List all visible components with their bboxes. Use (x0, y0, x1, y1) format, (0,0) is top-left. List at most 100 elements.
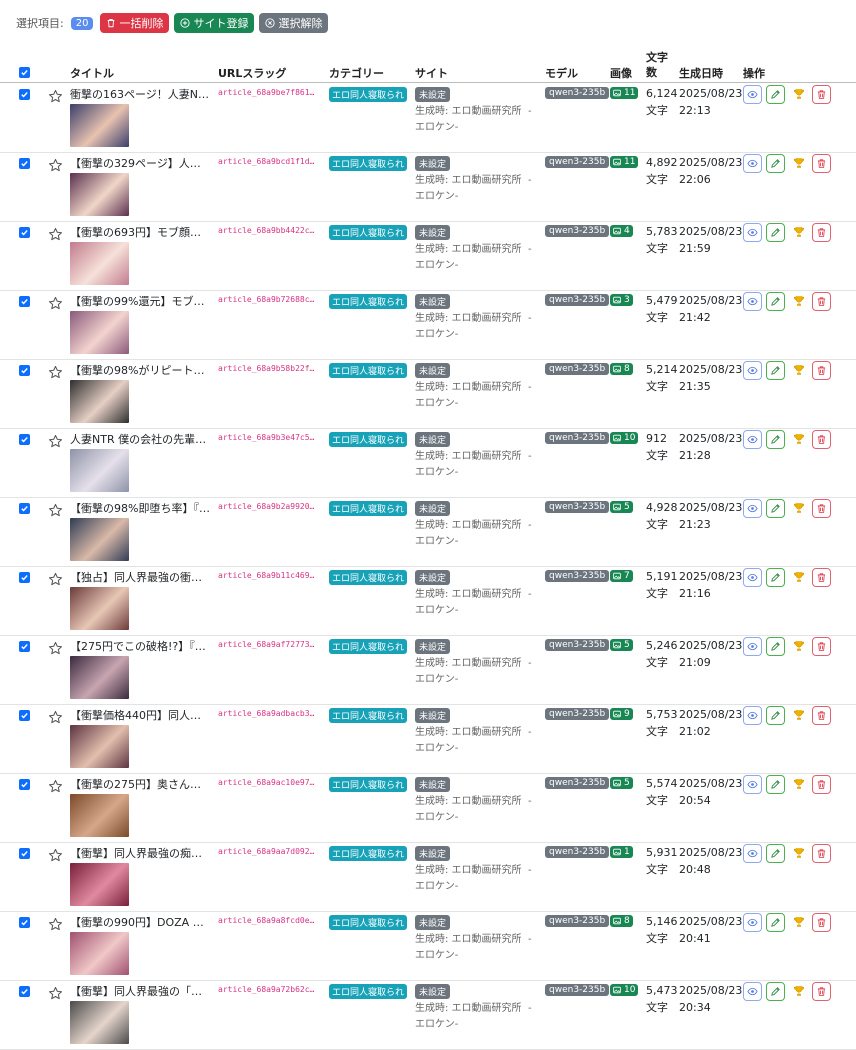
article-title[interactable]: 人妻NTR 僕の会社の先輩に… (70, 431, 210, 447)
star-icon[interactable] (48, 848, 63, 863)
article-title[interactable]: 【衝撃の275円】奥さんのお… (70, 776, 210, 792)
edit-button[interactable] (766, 154, 785, 173)
row-checkbox[interactable] (19, 572, 30, 583)
star-icon[interactable] (48, 434, 63, 449)
header-title[interactable]: タイトル (70, 65, 114, 81)
edit-button[interactable] (766, 568, 785, 587)
delete-button[interactable] (812, 85, 831, 104)
star-icon[interactable] (48, 917, 63, 932)
star-icon[interactable] (48, 641, 63, 656)
star-icon[interactable] (48, 296, 63, 311)
header-chars[interactable]: 文字数 (646, 50, 668, 80)
view-button[interactable] (743, 568, 762, 587)
delete-button[interactable] (812, 292, 831, 311)
view-button[interactable] (743, 775, 762, 794)
header-images[interactable]: 画像 (610, 65, 632, 81)
trophy-icon[interactable] (793, 88, 805, 100)
trophy-icon[interactable] (793, 502, 805, 514)
edit-button[interactable] (766, 775, 785, 794)
view-button[interactable] (743, 430, 762, 449)
delete-button[interactable] (812, 568, 831, 587)
article-title[interactable]: 【衝撃の693円】モブ顔巨乳… (70, 224, 210, 240)
article-title[interactable]: 【275円でこの破格!?】『春… (70, 638, 210, 654)
trophy-icon[interactable] (793, 847, 805, 859)
row-checkbox[interactable] (19, 434, 30, 445)
row-checkbox[interactable] (19, 158, 30, 169)
star-icon[interactable] (48, 89, 63, 104)
edit-button[interactable] (766, 844, 785, 863)
trophy-icon[interactable] (793, 916, 805, 928)
delete-button[interactable] (812, 775, 831, 794)
delete-button[interactable] (812, 982, 831, 1001)
row-checkbox[interactable] (19, 848, 30, 859)
edit-button[interactable] (766, 292, 785, 311)
star-icon[interactable] (48, 503, 63, 518)
bulk-delete-button[interactable]: 一括削除 (100, 13, 170, 33)
article-title[interactable]: 【衝撃の98%がリピート購入… (70, 362, 210, 378)
edit-button[interactable] (766, 637, 785, 656)
header-category[interactable]: カテゴリー (329, 65, 384, 81)
row-checkbox[interactable] (19, 641, 30, 652)
view-button[interactable] (743, 223, 762, 242)
delete-button[interactable] (812, 913, 831, 932)
view-button[interactable] (743, 982, 762, 1001)
article-title[interactable]: 【衝撃の329ページ】人妻NT… (70, 155, 210, 171)
article-title[interactable]: 【衝撃】同人界最強の「染… (70, 983, 210, 999)
row-checkbox[interactable] (19, 89, 30, 100)
star-icon[interactable] (48, 158, 63, 173)
article-title[interactable]: 【衝撃の99%還元】モブ顔巨… (70, 293, 210, 309)
delete-button[interactable] (812, 637, 831, 656)
view-button[interactable] (743, 844, 762, 863)
view-button[interactable] (743, 85, 762, 104)
header-model[interactable]: モデル (545, 65, 578, 81)
header-slug[interactable]: URLスラッグ (218, 65, 286, 81)
view-button[interactable] (743, 913, 762, 932)
edit-button[interactable] (766, 706, 785, 725)
trophy-icon[interactable] (793, 226, 805, 238)
trophy-icon[interactable] (793, 709, 805, 721)
view-button[interactable] (743, 637, 762, 656)
delete-button[interactable] (812, 844, 831, 863)
trophy-icon[interactable] (793, 778, 805, 790)
trophy-icon[interactable] (793, 571, 805, 583)
row-checkbox[interactable] (19, 710, 30, 721)
article-title[interactable]: 衝撃の163ページ！人妻NTR… (70, 86, 210, 102)
select-all-checkbox[interactable] (19, 67, 30, 78)
edit-button[interactable] (766, 361, 785, 380)
article-title[interactable]: 【衝撃の98%即堕ち率】『即… (70, 500, 210, 516)
row-checkbox[interactable] (19, 227, 30, 238)
article-title[interactable]: 【衝撃価格440円】同人界衝… (70, 707, 210, 723)
delete-button[interactable] (812, 154, 831, 173)
delete-button[interactable] (812, 223, 831, 242)
article-title[interactable]: 【独占】同人界最強の衝撃… (70, 569, 210, 585)
trophy-icon[interactable] (793, 985, 805, 997)
edit-button[interactable] (766, 430, 785, 449)
star-icon[interactable] (48, 365, 63, 380)
edit-button[interactable] (766, 913, 785, 932)
trophy-icon[interactable] (793, 295, 805, 307)
trophy-icon[interactable] (793, 157, 805, 169)
view-button[interactable] (743, 706, 762, 725)
edit-button[interactable] (766, 499, 785, 518)
view-button[interactable] (743, 361, 762, 380)
star-icon[interactable] (48, 572, 63, 587)
star-icon[interactable] (48, 779, 63, 794)
view-button[interactable] (743, 499, 762, 518)
star-icon[interactable] (48, 710, 63, 725)
deselect-button[interactable]: 選択解除 (259, 13, 329, 33)
edit-button[interactable] (766, 982, 785, 1001)
delete-button[interactable] (812, 706, 831, 725)
delete-button[interactable] (812, 499, 831, 518)
header-date[interactable]: 生成日時 (679, 65, 723, 81)
article-title[interactable]: 【衝撃の990円】DOZA Villa… (70, 914, 210, 930)
delete-button[interactable] (812, 361, 831, 380)
trophy-icon[interactable] (793, 364, 805, 376)
header-site[interactable]: サイト (415, 65, 448, 81)
edit-button[interactable] (766, 223, 785, 242)
row-checkbox[interactable] (19, 917, 30, 928)
view-button[interactable] (743, 154, 762, 173)
add-site-button[interactable]: サイト登録 (174, 13, 255, 33)
row-checkbox[interactable] (19, 779, 30, 790)
star-icon[interactable] (48, 986, 63, 1001)
row-checkbox[interactable] (19, 296, 30, 307)
